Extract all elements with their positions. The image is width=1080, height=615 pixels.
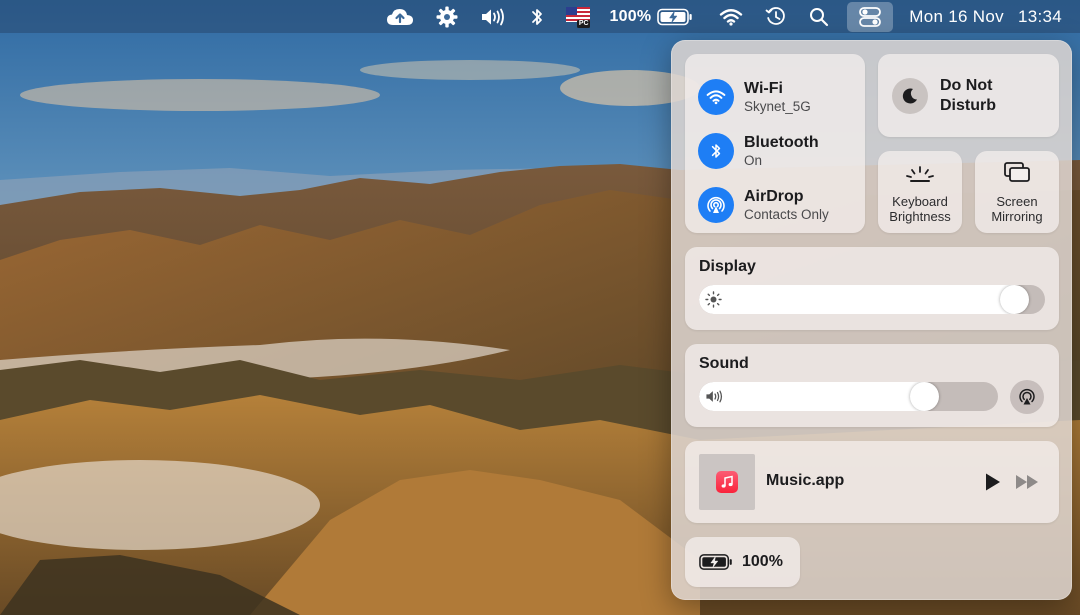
wifi-title: Wi-Fi bbox=[744, 79, 783, 97]
keyboard-brightness-label: Keyboard Brightness bbox=[889, 194, 951, 224]
battery-charging-icon bbox=[699, 554, 732, 570]
do-not-disturb-toggle[interactable]: Do Not Disturb bbox=[878, 54, 1059, 137]
display-brightness-slider[interactable] bbox=[699, 285, 1045, 314]
control-center-panel: Wi-Fi Skynet_5G Bluetooth On AirDrop Con… bbox=[671, 40, 1072, 600]
keyboard-brightness-button[interactable]: Keyboard Brightness bbox=[878, 151, 962, 233]
bluetooth-toggle[interactable]: Bluetooth On bbox=[698, 124, 865, 178]
control-center-icon[interactable] bbox=[847, 1, 894, 32]
cloud-upload-icon[interactable] bbox=[386, 0, 414, 33]
screen-mirroring-label: Screen Mirroring bbox=[991, 194, 1043, 224]
airdrop-status: Contacts Only bbox=[744, 206, 829, 222]
fast-forward-icon[interactable] bbox=[1015, 474, 1039, 495]
music-note-icon bbox=[716, 471, 738, 493]
network-tile: Wi-Fi Skynet_5G Bluetooth On AirDrop Con… bbox=[685, 54, 865, 233]
play-icon[interactable] bbox=[984, 472, 1002, 497]
airdrop-title: AirDrop bbox=[744, 187, 804, 205]
speaker-icon[interactable] bbox=[480, 0, 508, 33]
bluetooth-icon[interactable] bbox=[698, 133, 734, 169]
menu-bar-date: Mon 16 Nov bbox=[909, 6, 1004, 26]
sound-tile: Sound bbox=[685, 344, 1059, 427]
sun-icon bbox=[705, 291, 722, 313]
time-machine-icon[interactable] bbox=[765, 0, 787, 33]
search-icon[interactable] bbox=[809, 0, 829, 33]
airplay-audio-icon[interactable] bbox=[1010, 380, 1044, 414]
now-playing-app: Music.app bbox=[766, 472, 845, 489]
display-tile: Display bbox=[685, 247, 1059, 330]
now-playing-tile[interactable]: Music.app bbox=[685, 441, 1059, 523]
bluetooth-status: On bbox=[744, 152, 763, 168]
volume-slider-fill bbox=[699, 382, 925, 411]
battery-percent-label: 100% bbox=[609, 7, 652, 25]
battery-percent-label: 100% bbox=[742, 553, 783, 570]
bluetooth-icon[interactable] bbox=[530, 0, 544, 33]
volume-slider-knob[interactable] bbox=[909, 382, 939, 411]
album-art bbox=[699, 454, 755, 510]
wifi-icon[interactable] bbox=[698, 79, 734, 115]
wifi-network-name: Skynet_5G bbox=[744, 98, 811, 114]
gear-icon[interactable] bbox=[436, 0, 458, 33]
menu-bar-clock[interactable]: Mon 16 Nov 13:34 bbox=[909, 0, 1062, 33]
battery-charging-icon bbox=[657, 8, 692, 25]
volume-slider[interactable] bbox=[699, 382, 998, 411]
display-slider-knob[interactable] bbox=[1000, 285, 1030, 314]
display-heading: Display bbox=[699, 258, 756, 275]
battery-status[interactable]: 100% bbox=[610, 0, 694, 33]
moon-icon bbox=[892, 77, 928, 114]
battery-tile[interactable]: 100% bbox=[685, 537, 800, 587]
airdrop-toggle[interactable]: AirDrop Contacts Only bbox=[698, 178, 865, 232]
wifi-icon[interactable] bbox=[719, 0, 743, 33]
do-not-disturb-label: Do Not Disturb bbox=[940, 76, 996, 114]
us-flag-input-icon[interactable]: PC bbox=[565, 0, 590, 33]
screen-mirroring-button[interactable]: Screen Mirroring bbox=[975, 151, 1059, 233]
speaker-icon bbox=[705, 388, 725, 410]
display-slider-fill bbox=[699, 285, 1015, 314]
wifi-toggle[interactable]: Wi-Fi Skynet_5G bbox=[698, 70, 865, 124]
sound-heading: Sound bbox=[699, 355, 749, 372]
menu-bar-time: 13:34 bbox=[1017, 6, 1062, 26]
menu-bar: PC 100% Mon 16 Nov 13:34 bbox=[0, 0, 1080, 33]
screen-mirroring-icon bbox=[1003, 161, 1031, 188]
airdrop-icon[interactable] bbox=[698, 187, 734, 223]
input-source-label: PC bbox=[578, 20, 589, 27]
bluetooth-title: Bluetooth bbox=[744, 133, 819, 151]
keyboard-brightness-icon bbox=[905, 165, 935, 188]
